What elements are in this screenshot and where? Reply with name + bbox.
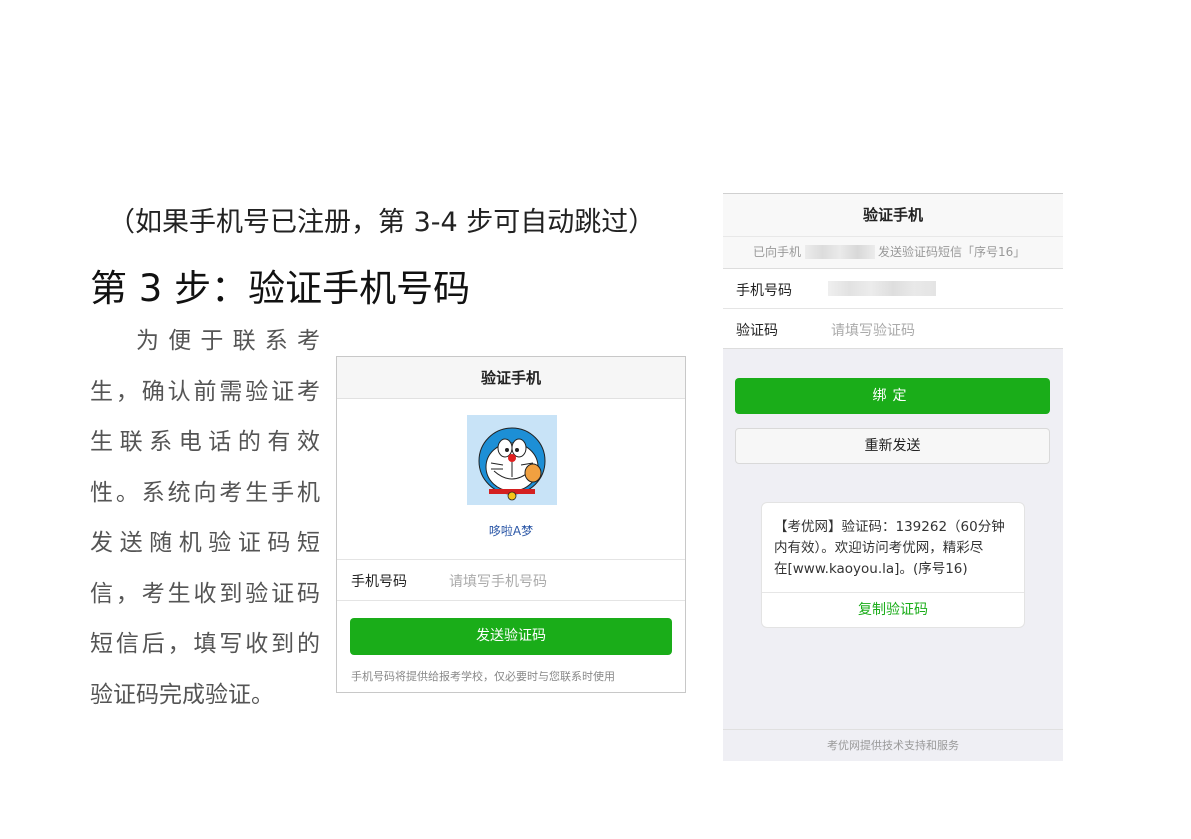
verify-form: 手机号码 验证码 请填写验证码 [723,269,1063,349]
notice-suffix: 发送验证码短信「序号16」 [878,245,1026,259]
paragraph-line: 信，考生收到验证码 [90,580,320,607]
doc-heading: 第 3 步：验证手机号码 [90,267,471,310]
paragraph-line: 为便于联系考 [136,328,320,354]
masked-phone-value [828,281,936,296]
paragraph-line: 发送随机验证码短 [90,530,320,556]
code-row: 验证码 请填写验证码 [723,309,1063,349]
paragraph-line: 短信后，填写收到的 [90,631,320,657]
notice-prefix: 已向手机 [753,245,802,259]
sms-text: 【考优网】验证码：139262（60分钟 内有效）。欢迎访问考优网，精彩尽 在[… [774,517,1016,580]
copy-code-button[interactable]: 复制验证码 [762,592,1024,628]
masked-phone [805,245,875,259]
sms-message-card: 【考优网】验证码：139262（60分钟 内有效）。欢迎访问考优网，精彩尽 在[… [761,502,1025,628]
phone-input[interactable]: 请填写手机号码 [449,571,547,591]
phone-label: 手机号码 [351,574,407,590]
paragraph-line: 验证码完成验证。 [90,681,274,708]
code-label: 验证码 [736,323,778,339]
footer-credit: 考优网提供技术支持和服务 [723,729,1063,761]
phone-label: 手机号码 [736,283,792,299]
sms-sent-notice: 已向手机 发送验证码短信「序号16」 [723,236,1063,269]
screenshot-send-code: 验证手机 哆啦A梦 手机号码 请填写手机号码 发送验证码 手机号码将提供给报考学… [336,356,686,693]
phone-row: 手机号码 [723,269,1063,309]
paragraph-line: 生联系电话的有效 [90,429,320,455]
resend-button[interactable]: 重新发送 [735,428,1050,464]
code-input[interactable]: 请填写验证码 [831,320,915,340]
doc-paragraph: 为便于联系考 生，确认前需验证考 生联系电话的有效 性。系统向考生手机 发送随机… [90,316,320,720]
sms-line: 【考优网】验证码：139262（60分钟 [774,519,1005,535]
paragraph-line: 性。系统向考生手机 [90,479,320,506]
screen2-title: 验证手机 [723,194,1063,236]
sms-line: 在[www.kaoyou.la]。(序号16) [774,561,968,577]
screenshot-verify-code: 验证手机 已向手机 发送验证码短信「序号16」 手机号码 验证码 请填写验证码 … [723,193,1063,761]
send-code-button[interactable]: 发送验证码 [350,618,672,655]
phone-row: 手机号码 请填写手机号码 [337,559,685,601]
doraemon-avatar-icon [467,415,557,505]
paragraph-line: 生，确认前需验证考 [90,378,320,405]
sms-line: 内有效）。欢迎访问考优网，精彩尽 [774,540,984,556]
doc-subtitle: （如果手机号已注册，第 3-4 步可自动跳过） [108,207,656,238]
screen1-title: 验证手机 [337,357,685,399]
privacy-note: 手机号码将提供给报考学校，仅必要时与您联系时使用 [351,670,615,683]
bind-button[interactable]: 绑定 [735,378,1050,414]
nickname: 哆啦A梦 [488,524,534,538]
